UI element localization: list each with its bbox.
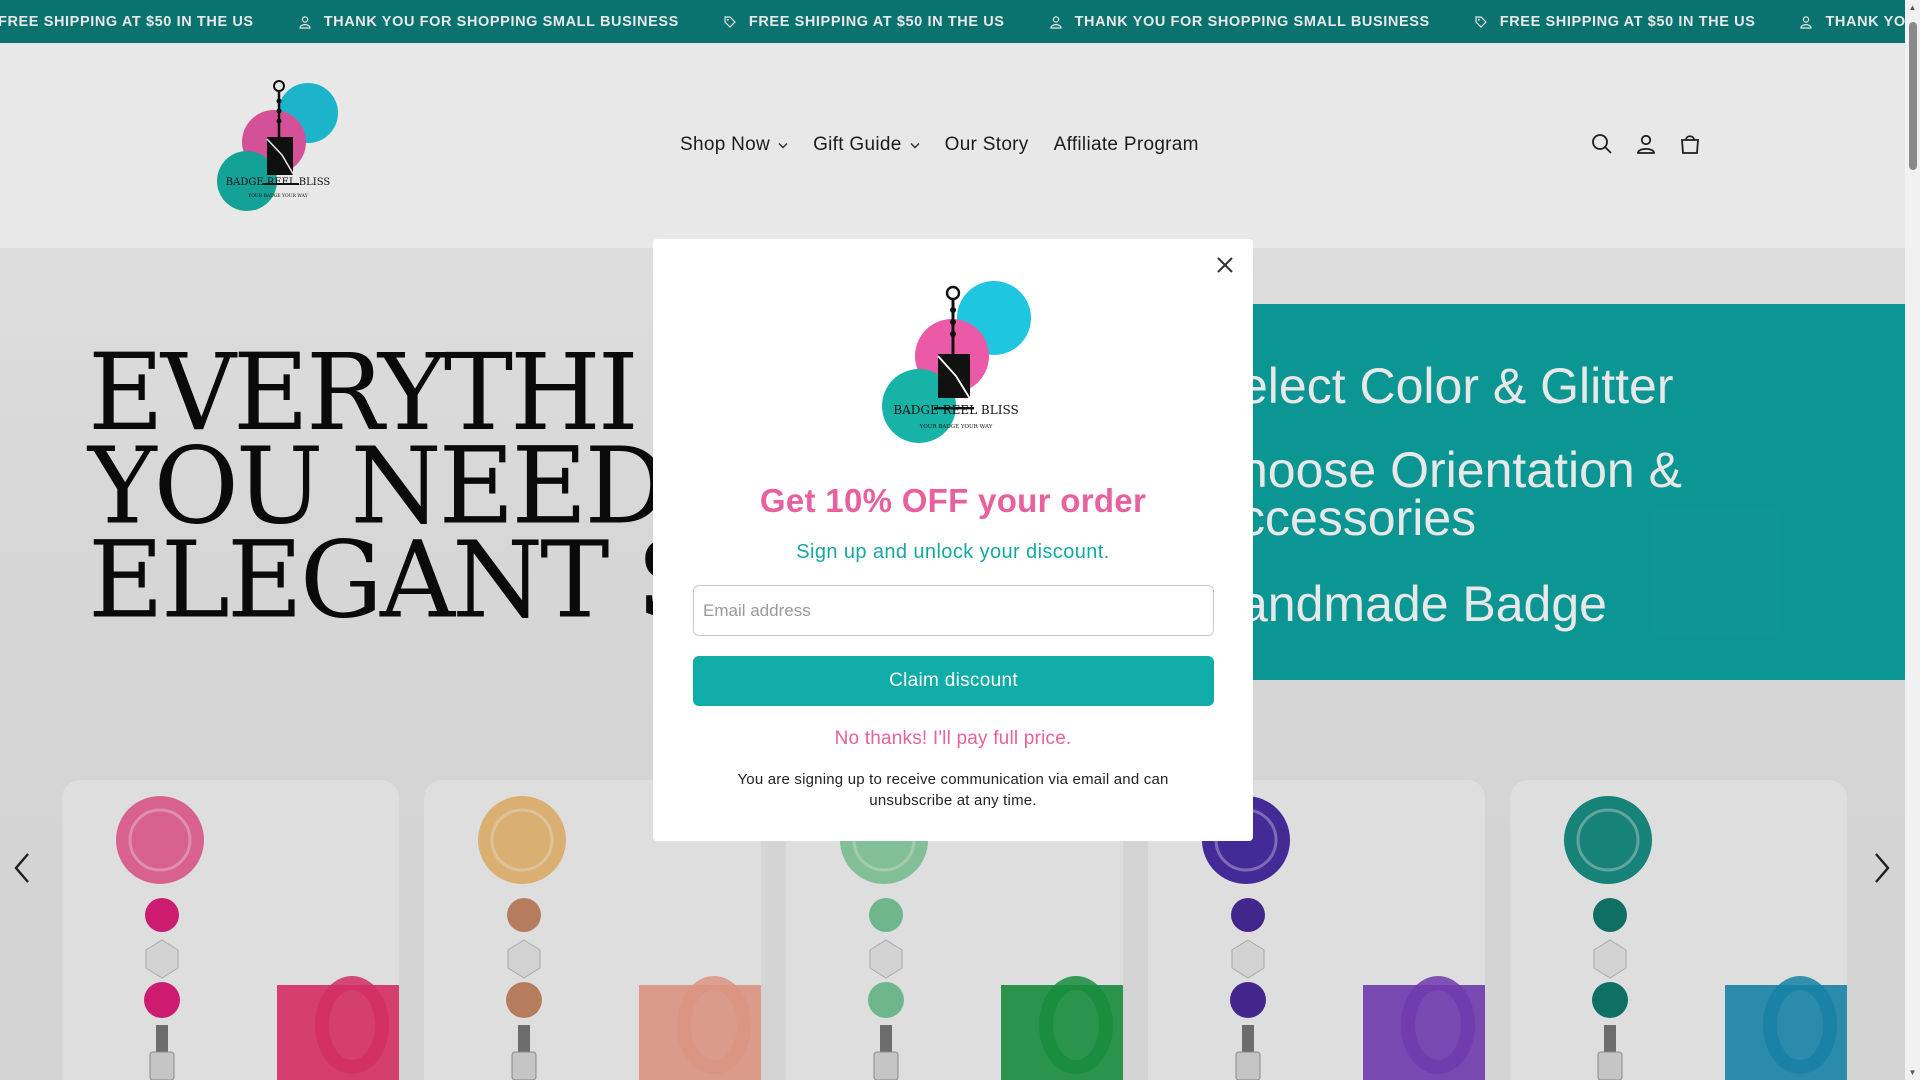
popup-subheading: Sign up and unlock your discount. (796, 541, 1110, 563)
claim-discount-button[interactable]: Claim discount (693, 656, 1214, 706)
decline-link[interactable]: No thanks! I'll pay full price. (653, 728, 1253, 750)
scroll-up-icon[interactable]: ▲ (1908, 3, 1917, 12)
popup-logo-tagline: YOUR BADGE YOUR WAY (919, 424, 993, 430)
scrollbar-thumb[interactable] (1909, 22, 1917, 170)
popup-logo-wordmark: BADGE REEL BLISS (893, 403, 1018, 417)
popup-heading: Get 10% OFF your order (759, 482, 1147, 519)
popup-brand-logo: BADGE REEL BLISS YOUR BADGE YOUR WAY (882, 281, 1031, 443)
popup-fine-print: You are signing up to receive communicat… (737, 771, 1169, 809)
scroll-down-icon[interactable]: ▼ (1908, 1068, 1917, 1077)
discount-popup: BADGE REEL BLISS YOUR BADGE YOUR WAY Get… (653, 239, 1253, 841)
close-icon[interactable] (1211, 251, 1239, 279)
page-scrollbar[interactable]: ▲ ▼ (1905, 0, 1920, 1080)
email-field[interactable] (693, 585, 1214, 636)
